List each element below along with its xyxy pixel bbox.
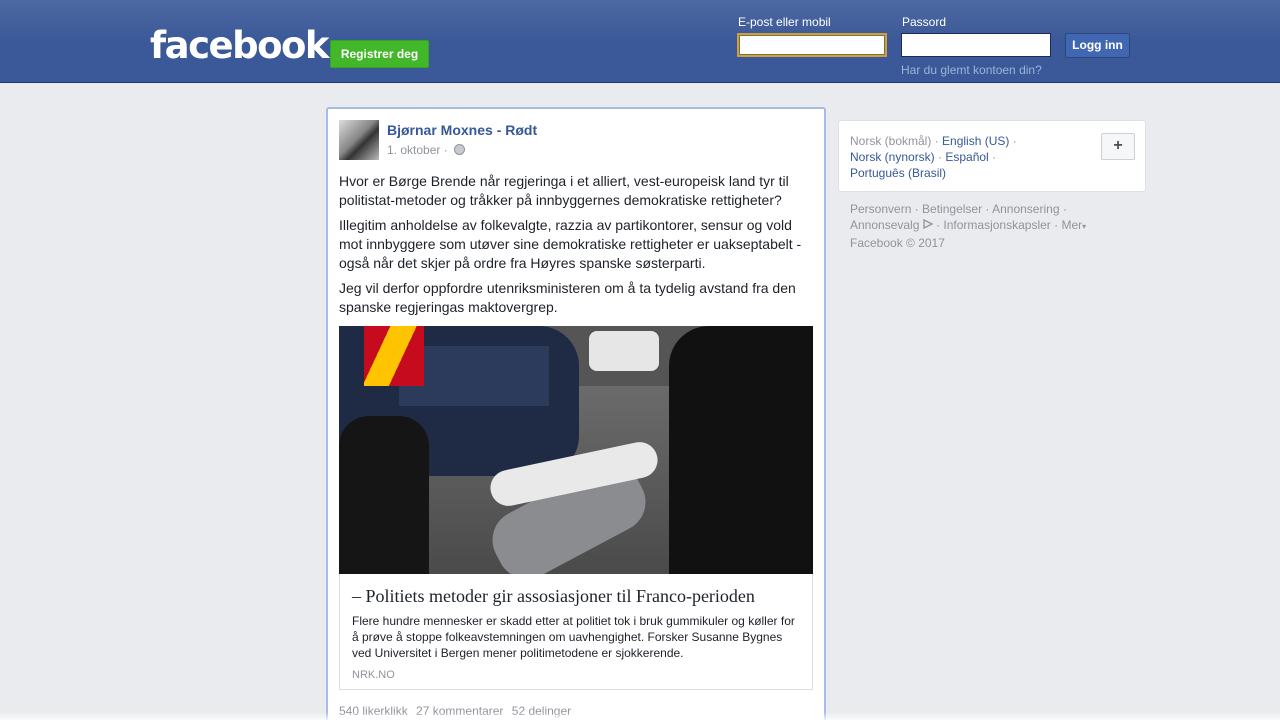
avatar[interactable] xyxy=(339,120,379,160)
bottom-shade xyxy=(0,712,1280,720)
post-meta: 1. oktober · xyxy=(387,143,466,157)
link-preview[interactable]: – Politiets metoder gir assosiasjoner ti… xyxy=(339,574,813,690)
footer-links: Personvern · Betingelser · Annonsering ·… xyxy=(850,202,1087,250)
email-label: E-post eller mobil xyxy=(738,15,831,29)
footer-link[interactable]: Betingelser xyxy=(922,202,982,216)
language-link[interactable]: Português (Brasil) xyxy=(850,166,946,180)
language-link[interactable]: Español xyxy=(945,150,988,164)
more-languages-button[interactable]: + xyxy=(1101,133,1135,160)
adchoices-icon xyxy=(923,219,933,229)
facebook-logo[interactable]: facebook xyxy=(150,26,330,66)
photo-officer xyxy=(669,326,813,574)
post-card: Bjørnar Moxnes - Rødt 1. oktober · Hvor … xyxy=(326,107,826,720)
post-paragraph: Jeg vil derfor oppfordre utenriksministe… xyxy=(339,280,796,315)
email-field[interactable] xyxy=(737,33,887,57)
post-paragraph: Illegitim anholdelse av folkevalgte, raz… xyxy=(339,217,802,271)
register-button[interactable]: Registrer deg xyxy=(330,40,429,68)
footer-link[interactable]: Annonsevalg xyxy=(850,218,919,232)
copyright: Facebook © 2017 xyxy=(850,236,945,250)
post-paragraph: Hvor er Børge Brende når regjeringa i et… xyxy=(339,173,789,208)
post-author[interactable]: Bjørnar Moxnes - Rødt xyxy=(387,122,537,138)
photo-car xyxy=(589,331,659,371)
globe-icon xyxy=(454,144,466,155)
language-current: Norsk (bokmål) xyxy=(850,134,932,148)
language-link[interactable]: Norsk (nynorsk) xyxy=(850,150,935,164)
photo-flag xyxy=(364,326,424,386)
caret-down-icon: ▾ xyxy=(1082,222,1087,231)
post-text: Hvor er Børge Brende når regjeringa i et… xyxy=(339,172,815,323)
link-description: Flere hundre mennesker er skadd etter at… xyxy=(352,614,795,660)
top-bar: facebook Registrer deg E-post eller mobi… xyxy=(0,0,1280,83)
language-link[interactable]: English (US) xyxy=(942,134,1009,148)
language-list: Norsk (bokmål) · English (US) · Norsk (n… xyxy=(850,134,1017,180)
footer-link[interactable]: Mer xyxy=(1061,218,1082,232)
footer-link[interactable]: Informasjonskapsler xyxy=(943,218,1050,232)
language-box: Norsk (bokmål) · English (US) · Norsk (n… xyxy=(838,120,1146,192)
footer-link[interactable]: Annonsering xyxy=(992,202,1059,216)
footer-link[interactable]: Personvern xyxy=(850,202,911,216)
password-label: Passord xyxy=(902,15,947,29)
forgot-account-link[interactable]: Har du glemt kontoen din? xyxy=(901,63,1042,77)
link-source: NRK.NO xyxy=(352,669,395,681)
post-photo[interactable] xyxy=(339,326,813,574)
link-title[interactable]: – Politiets metoder gir assosiasjoner ti… xyxy=(352,586,755,607)
password-field[interactable] xyxy=(901,33,1051,57)
photo-officer xyxy=(339,416,429,574)
login-button[interactable]: Logg inn xyxy=(1065,33,1130,58)
post-date[interactable]: 1. oktober · xyxy=(387,143,448,157)
